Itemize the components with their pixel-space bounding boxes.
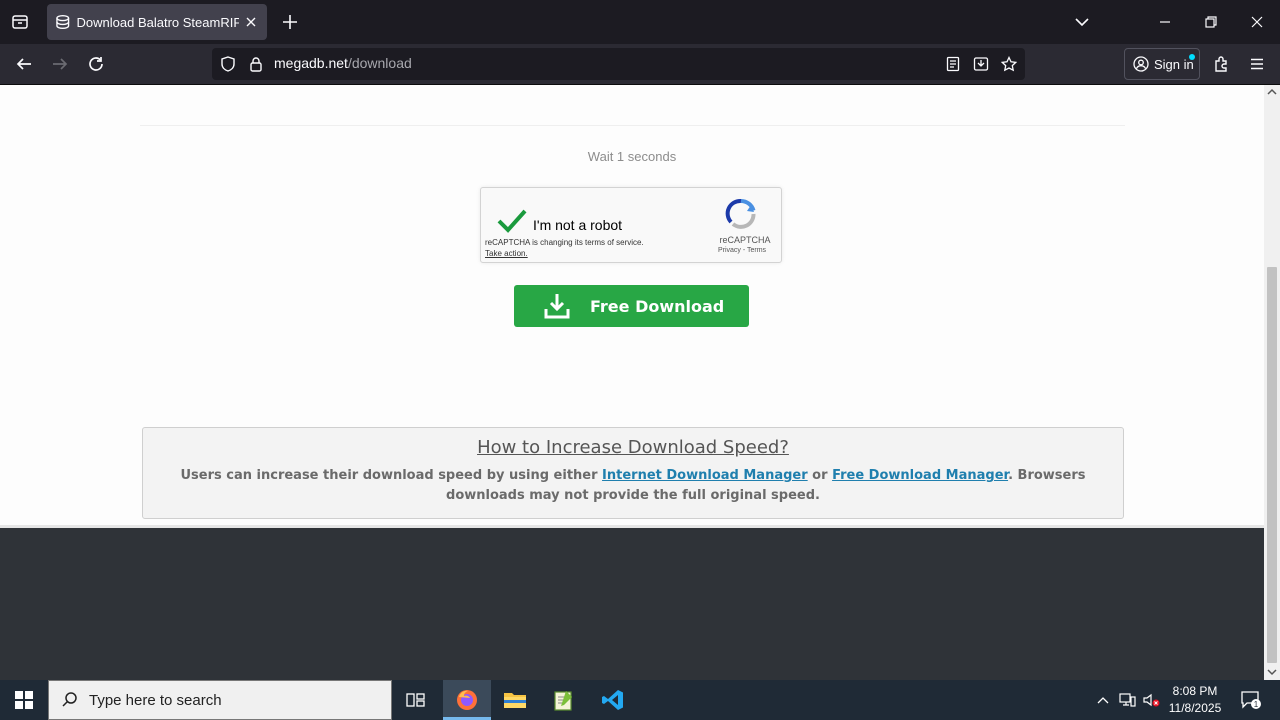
info-text-before: Users can increase their download speed … — [180, 468, 603, 483]
scroll-down-icon[interactable] — [1267, 667, 1277, 677]
wait-text: Wait 1 seconds — [587, 149, 677, 164]
volume-muted-icon[interactable] — [1140, 680, 1162, 720]
clock-time: 8:08 PM — [1172, 684, 1218, 698]
clock-date: 11/8/2025 — [1168, 701, 1222, 715]
lock-icon[interactable] — [248, 56, 264, 72]
scroll-up-icon[interactable] — [1267, 87, 1277, 97]
page-scrollbar[interactable] — [1264, 85, 1280, 680]
download-icon — [544, 294, 570, 319]
list-all-tabs-icon[interactable] — [1072, 12, 1092, 32]
file-explorer-icon[interactable] — [491, 680, 539, 720]
recaptcha-logo-icon — [725, 198, 756, 229]
database-icon — [56, 15, 70, 29]
tab-list-icon[interactable] — [8, 10, 32, 34]
reload-icon[interactable] — [86, 54, 106, 74]
save-to-pocket-icon[interactable] — [973, 56, 989, 72]
recaptcha-label: I'm not a robot — [533, 217, 623, 233]
shield-icon[interactable] — [220, 56, 236, 72]
checkmark-icon[interactable] — [497, 208, 527, 234]
network-icon[interactable] — [1116, 680, 1138, 720]
bookmark-star-icon[interactable] — [1001, 56, 1017, 72]
notification-dot — [1189, 54, 1195, 60]
url-bar[interactable]: megadb.net/download — [212, 48, 1025, 80]
navigation-bar: megadb.net/download Sign in — [0, 44, 1280, 85]
internet-download-manager-link[interactable]: Internet Download Manager — [602, 468, 808, 483]
close-tab-icon[interactable] — [243, 14, 259, 30]
download-speed-info-box: How to Increase Download Speed? Users ca… — [142, 427, 1124, 519]
new-tab-icon[interactable] — [280, 12, 300, 32]
back-icon[interactable] — [14, 54, 34, 74]
screen: Download Balatro SteamRIP com — [0, 0, 1280, 720]
info-heading: How to Increase Download Speed? — [477, 437, 789, 458]
menu-icon[interactable] — [1247, 54, 1267, 74]
scrollbar-thumb[interactable] — [1267, 267, 1277, 663]
notepad-plus-plus-icon[interactable] — [539, 680, 587, 720]
show-hidden-icons-icon[interactable] — [1092, 680, 1114, 720]
sign-in-button[interactable]: Sign in — [1124, 48, 1200, 80]
info-text-mid: or — [807, 468, 833, 483]
info-text: Users can increase their download speed … — [161, 466, 1105, 506]
footer-border — [0, 525, 1264, 528]
task-view-icon[interactable] — [392, 680, 440, 720]
web-page: Wait 1 seconds I'm not a robot reCAPTCHA… — [0, 85, 1264, 680]
windows-start-icon[interactable] — [0, 680, 48, 720]
restore-icon[interactable] — [1201, 12, 1221, 32]
free-download-manager-link[interactable]: Free Download Manager — [832, 468, 1008, 483]
close-window-icon[interactable] — [1247, 12, 1267, 32]
vscode-icon[interactable] — [589, 680, 637, 720]
account-icon — [1133, 56, 1149, 72]
tab-title: Download Balatro SteamRIP com — [76, 14, 240, 30]
windows-taskbar: Type here to search 8:08 PM 11/8/2025 1 — [0, 680, 1280, 720]
sign-in-label: Sign in — [1154, 56, 1194, 72]
recaptcha-take-action-link[interactable]: Take action. — [485, 249, 528, 258]
recaptcha-notice: reCAPTCHA is changing its terms of servi… — [485, 238, 644, 247]
free-download-button[interactable]: Free Download — [514, 285, 749, 327]
search-placeholder: Type here to search — [89, 691, 222, 709]
tab-strip: Download Balatro SteamRIP com — [0, 0, 1280, 44]
notification-center-icon[interactable]: 1 — [1236, 680, 1266, 720]
recaptcha-widget[interactable]: I'm not a robot reCAPTCHA is changing it… — [480, 187, 782, 263]
url-domain: megadb.net — [274, 55, 348, 71]
recaptcha-brand: reCAPTCHA — [719, 235, 771, 245]
system-clock[interactable]: 8:08 PM 11/8/2025 — [1166, 683, 1224, 717]
minimize-icon[interactable] — [1155, 12, 1175, 32]
firefox-taskbar-icon[interactable] — [443, 680, 491, 720]
free-download-label: Free Download — [590, 297, 725, 316]
search-icon — [62, 692, 77, 707]
notification-count: 1 — [1254, 700, 1259, 709]
extensions-icon[interactable] — [1211, 54, 1231, 74]
reader-view-icon[interactable] — [945, 56, 961, 72]
url-text: megadb.net/download — [274, 55, 412, 71]
forward-icon[interactable] — [50, 54, 70, 74]
tab-active[interactable]: Download Balatro SteamRIP com — [47, 4, 267, 40]
url-path: /download — [347, 55, 412, 71]
recaptcha-privacy-terms[interactable]: Privacy - Terms — [709, 247, 775, 254]
divider — [140, 125, 1125, 126]
taskbar-search-box[interactable]: Type here to search — [48, 680, 392, 720]
